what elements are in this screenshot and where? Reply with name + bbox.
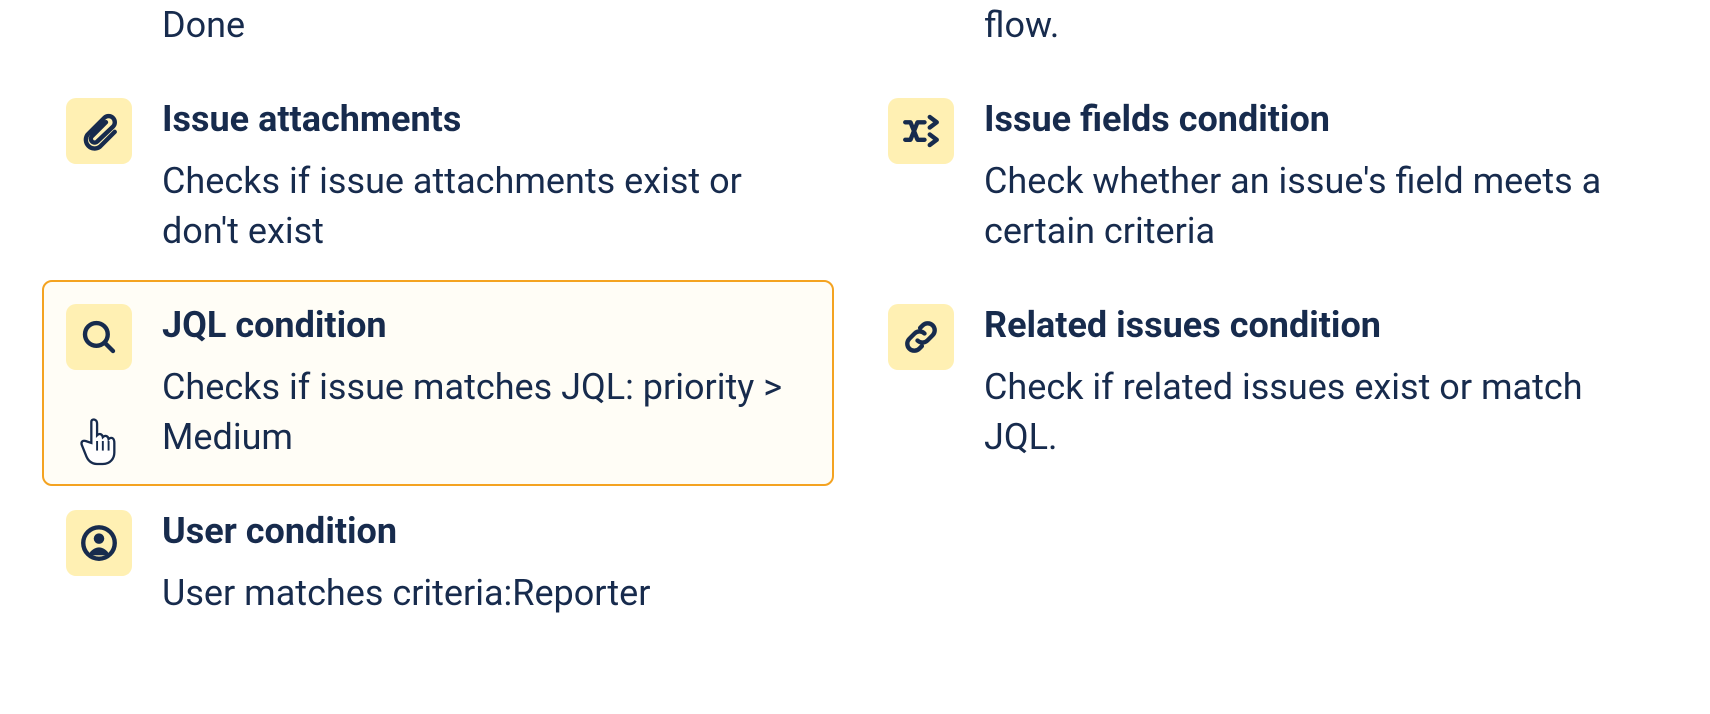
condition-item-partial[interactable]: Done [42,0,834,74]
condition-item-partial[interactable]: flow. [864,0,1656,74]
condition-desc: Check whether an issue's field meets a c… [984,156,1626,257]
condition-item-issue-fields-condition[interactable]: Issue fields condition Check whether an … [864,74,1656,280]
condition-title: Related issues condition [984,304,1626,347]
condition-desc: Done [162,0,804,50]
condition-title: JQL condition [162,304,804,347]
condition-title: Issue fields condition [984,98,1626,141]
search-icon [66,304,132,370]
paperclip-icon [66,98,132,164]
condition-desc: Checks if issue matches JQL: priority > … [162,362,804,463]
condition-desc: Check if related issues exist or match J… [984,362,1626,463]
condition-desc: User matches criteria:Reporter [162,568,804,618]
condition-item-user-condition[interactable]: User condition User matches criteria:Rep… [42,486,834,642]
condition-desc: flow. [984,0,1626,50]
shuffle-icon [888,98,954,164]
condition-item-related-issues-condition[interactable]: Related issues condition Check if relate… [864,280,1656,486]
condition-desc: Checks if issue attachments exist or don… [162,156,804,257]
user-circle-icon [66,510,132,576]
condition-item-jql-condition[interactable]: JQL condition Checks if issue matches JQ… [42,280,834,486]
condition-title: User condition [162,510,804,553]
condition-item-issue-attachments[interactable]: Issue attachments Checks if issue attach… [42,74,834,280]
condition-title: Issue attachments [162,98,804,141]
link-icon [888,304,954,370]
